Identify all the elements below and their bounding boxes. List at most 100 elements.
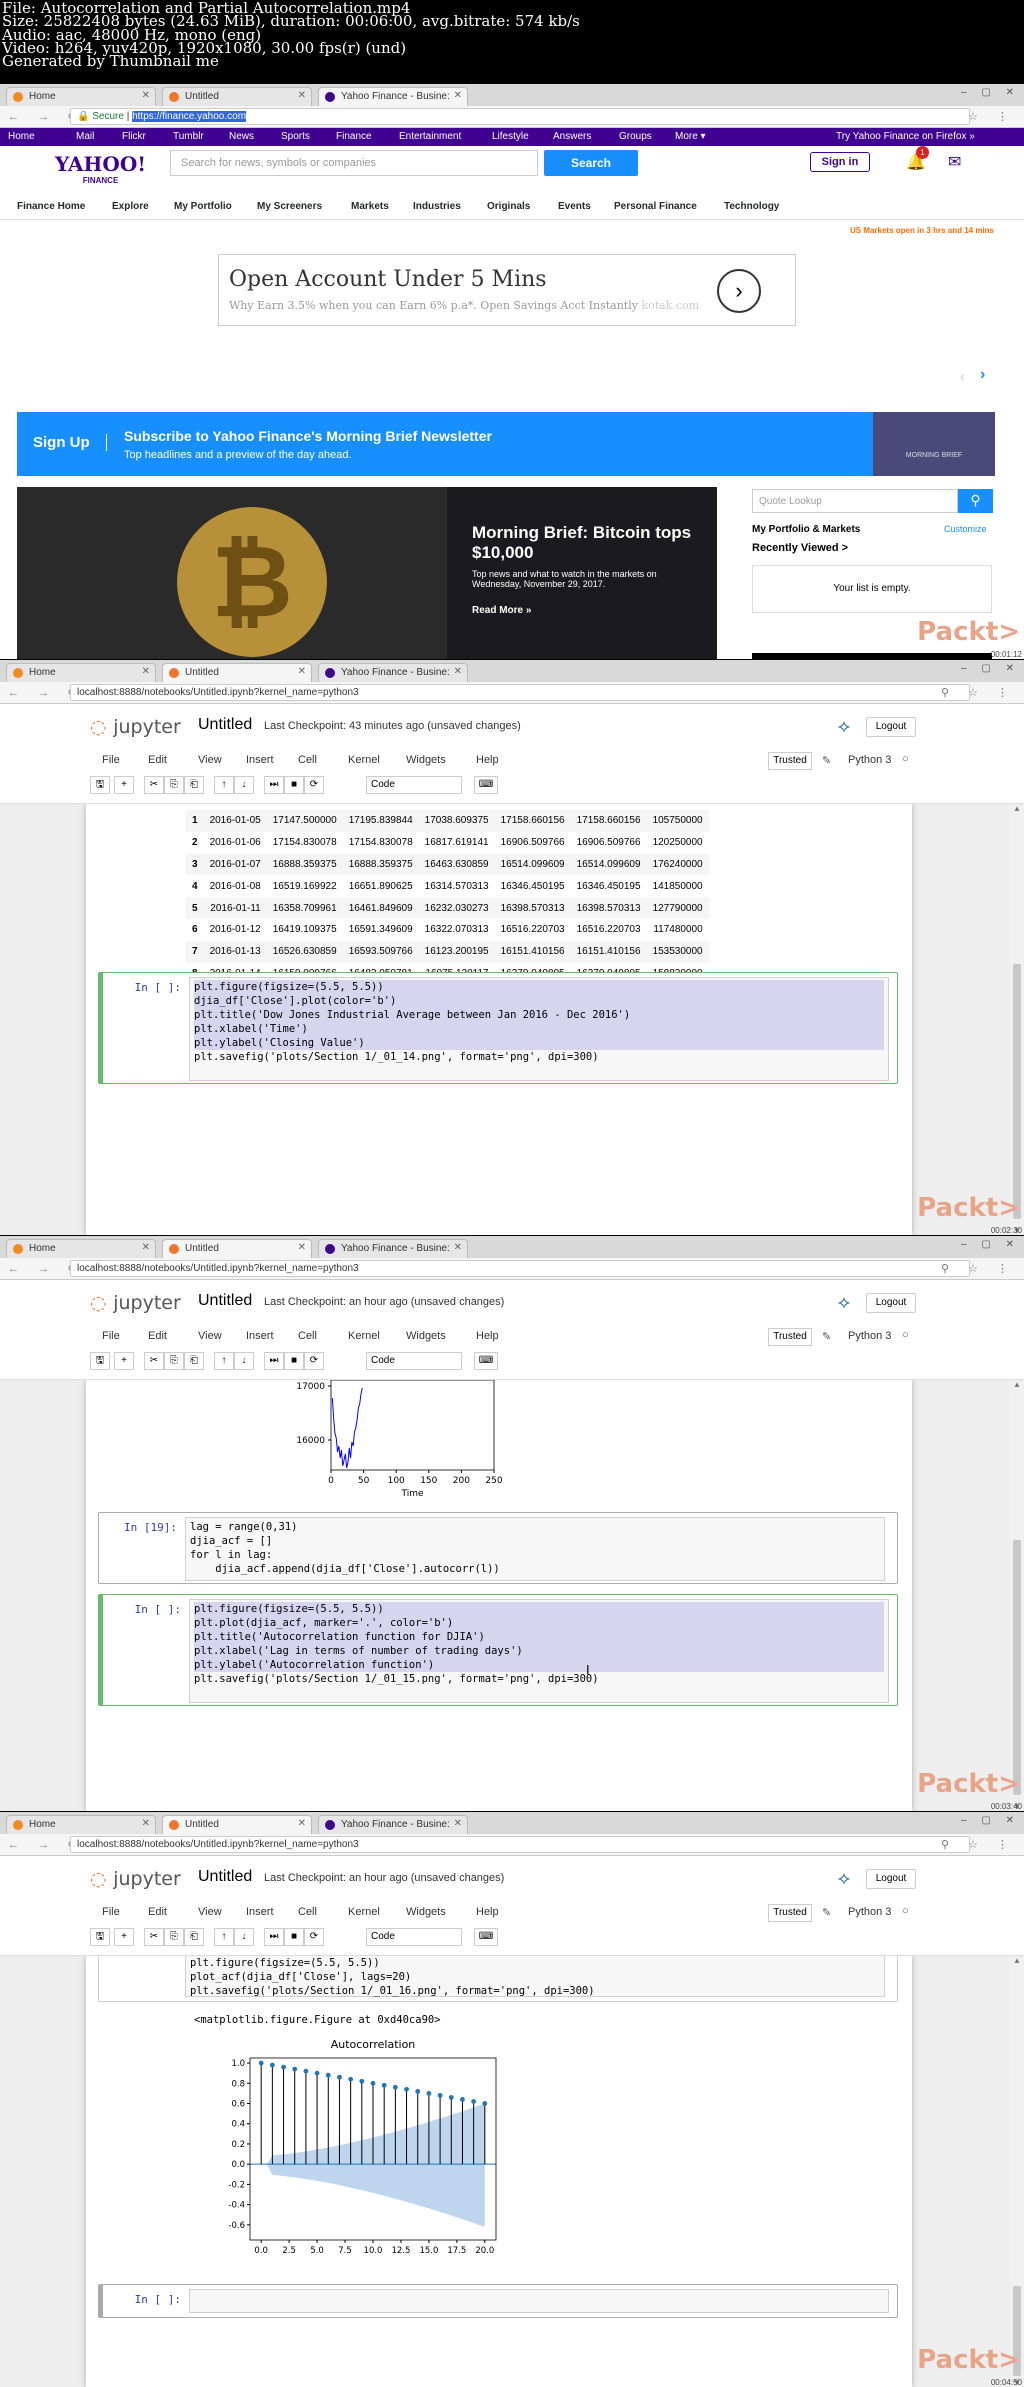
nav-explore[interactable]: Explore bbox=[112, 201, 149, 212]
menu-cell[interactable]: Cell bbox=[298, 754, 317, 766]
add-cell-icon[interactable]: + bbox=[114, 1928, 134, 1946]
close-icon[interactable]: ✕ bbox=[142, 666, 150, 677]
close-icon[interactable]: ✕ bbox=[142, 1818, 150, 1829]
scroll-up-icon[interactable]: ▲ bbox=[1013, 1380, 1021, 1389]
cell-type-select[interactable]: Code bbox=[366, 776, 462, 794]
menu-edit[interactable]: Edit bbox=[148, 1906, 167, 1918]
trusted-badge[interactable]: Trusted bbox=[768, 1328, 812, 1346]
code-editor[interactable]: lag = range(0,31) djia_acf = [] for l in l… bbox=[185, 1517, 885, 1581]
restart-icon[interactable]: ⟳ bbox=[304, 776, 324, 794]
window-controls[interactable]: – ▢ ✕ bbox=[961, 1239, 1020, 1250]
tab-untitled[interactable]: Untitled ✕ bbox=[162, 663, 312, 682]
menu-insert[interactable]: Insert bbox=[246, 1330, 274, 1342]
trusted-badge[interactable]: Trusted bbox=[768, 752, 812, 770]
pencil-icon[interactable]: ✎ bbox=[822, 754, 831, 767]
topnav-flickr[interactable]: Flickr bbox=[122, 131, 146, 142]
topnav-sports[interactable]: Sports bbox=[281, 131, 310, 142]
firefox-link[interactable]: Try Yahoo Finance on Firefox » bbox=[836, 131, 975, 142]
chevron-right-icon[interactable]: › bbox=[980, 366, 985, 384]
url-input[interactable]: localhost:8888/notebooks/Untitled.ipynb?… bbox=[70, 1836, 970, 1853]
tab-home[interactable]: Home ✕ bbox=[6, 87, 156, 106]
notebook-title[interactable]: Untitled bbox=[198, 1868, 252, 1886]
cut-icon[interactable]: ✂ bbox=[144, 1928, 164, 1946]
code-editor[interactable]: plt.figure(figsize=(5.5, 5.5)) plt.plot(d… bbox=[189, 1599, 889, 1703]
chevron-right-icon[interactable]: › bbox=[717, 269, 761, 313]
advertisement[interactable]: Open Account Under 5 Mins Why Earn 3.5% … bbox=[218, 254, 796, 326]
menu-kernel[interactable]: Kernel bbox=[348, 1906, 380, 1918]
url-input[interactable]: localhost:8888/notebooks/Untitled.ipynb?… bbox=[70, 1260, 970, 1277]
notebook-title[interactable]: Untitled bbox=[198, 1292, 252, 1310]
topnav-home[interactable]: Home bbox=[8, 131, 35, 142]
paste-icon[interactable]: ⎗ bbox=[184, 1928, 204, 1946]
window-controls[interactable]: – ▢ ✕ bbox=[961, 1815, 1020, 1826]
pencil-icon[interactable]: ✎ bbox=[822, 1330, 831, 1343]
scrollbar[interactable]: ▲ ▼ bbox=[1010, 1956, 1024, 2387]
close-icon[interactable]: ✕ bbox=[454, 1242, 462, 1253]
customize-link[interactable]: Customize bbox=[944, 524, 987, 534]
topnav-mail[interactable]: Mail bbox=[76, 131, 94, 142]
tab-untitled[interactable]: Untitled ✕ bbox=[162, 1815, 312, 1834]
signin-button[interactable]: Sign in bbox=[810, 152, 870, 172]
recently-viewed[interactable]: Recently Viewed > bbox=[752, 542, 848, 554]
keyboard-icon[interactable]: ⌨ bbox=[474, 776, 498, 794]
menu-help[interactable]: Help bbox=[476, 754, 499, 766]
add-cell-icon[interactable]: + bbox=[114, 1352, 134, 1370]
tab-untitled[interactable]: Untitled ✕ bbox=[162, 1239, 312, 1258]
menu-view[interactable]: View bbox=[198, 1906, 222, 1918]
scrollbar-thumb[interactable] bbox=[1013, 1540, 1021, 1795]
copy-icon[interactable]: ⎘ bbox=[164, 1928, 184, 1946]
search-button[interactable]: Search bbox=[544, 150, 638, 176]
keyboard-icon[interactable]: ⌨ bbox=[474, 1352, 498, 1370]
cut-icon[interactable]: ✂ bbox=[144, 1352, 164, 1370]
close-icon[interactable]: ✕ bbox=[454, 666, 462, 677]
signup-label[interactable]: Sign Up bbox=[33, 434, 107, 451]
stop-icon[interactable]: ■ bbox=[284, 1928, 304, 1946]
move-up-icon[interactable]: ↑ bbox=[214, 1352, 234, 1370]
hero-title[interactable]: Morning Brief: Bitcoin tops $10,000 bbox=[472, 523, 712, 563]
save-icon[interactable]: 🖫 bbox=[90, 1928, 110, 1946]
yahoo-finance-logo[interactable]: YAHOO! FINANCE bbox=[55, 152, 146, 185]
topnav-answers[interactable]: Answers bbox=[553, 131, 591, 142]
add-cell-icon[interactable]: + bbox=[114, 776, 134, 794]
hero-article[interactable]: ₿ Morning Brief: Bitcoin tops $10,000 To… bbox=[17, 487, 717, 659]
menu-view[interactable]: View bbox=[198, 754, 222, 766]
scrollbar[interactable]: ▲ ▼ bbox=[1010, 804, 1024, 1235]
code-cell[interactable]: In [ ]: plt.figure(figsize=(5.5, 5.5)) dji… bbox=[98, 972, 898, 1084]
menu-file[interactable]: File bbox=[102, 1330, 120, 1342]
jupyter-logo[interactable]: ◌ jupyter bbox=[90, 1292, 181, 1314]
menu-insert[interactable]: Insert bbox=[246, 754, 274, 766]
code-editor[interactable]: plt.figure(figsize=(5.5, 5.5)) djia_df['C… bbox=[189, 977, 889, 1081]
code-cell[interactable]: plt.figure(figsize=(5.5, 5.5)) plot_acf(d… bbox=[98, 1956, 898, 2002]
move-down-icon[interactable]: ↓ bbox=[234, 1928, 254, 1946]
nav-my-screeners[interactable]: My Screeners bbox=[257, 201, 322, 212]
tab-home[interactable]: Home ✕ bbox=[6, 1239, 156, 1258]
menu-help[interactable]: Help bbox=[476, 1330, 499, 1342]
topnav-entertainment[interactable]: Entertainment bbox=[399, 131, 461, 142]
cut-icon[interactable]: ✂ bbox=[144, 776, 164, 794]
code-cell[interactable]: In [ ]: bbox=[98, 2284, 898, 2318]
run-icon[interactable]: ⏭ bbox=[264, 1352, 284, 1370]
logout-button[interactable]: Logout bbox=[866, 1293, 916, 1313]
nav-originals[interactable]: Originals bbox=[487, 201, 530, 212]
search-icon[interactable]: ⚲ bbox=[958, 489, 993, 513]
window-controls[interactable]: – ▢ ✕ bbox=[961, 663, 1020, 674]
paste-icon[interactable]: ⎗ bbox=[184, 1352, 204, 1370]
copy-icon[interactable]: ⎘ bbox=[164, 1352, 184, 1370]
stop-icon[interactable]: ■ bbox=[284, 776, 304, 794]
topnav-tumblr[interactable]: Tumblr bbox=[173, 131, 204, 142]
paste-icon[interactable]: ⎗ bbox=[184, 776, 204, 794]
nav-markets[interactable]: Markets bbox=[351, 201, 389, 212]
close-icon[interactable]: ✕ bbox=[298, 666, 306, 677]
code-cell[interactable]: In [19]: lag = range(0,31) djia_acf = [] fo… bbox=[98, 1512, 898, 1584]
menu-widgets[interactable]: Widgets bbox=[406, 754, 446, 766]
browser-tools-icon[interactable]: ⚲ ☆ ⋮ bbox=[941, 686, 1016, 699]
cell-type-select[interactable]: Code bbox=[366, 1928, 462, 1946]
browser-tools-icon[interactable]: ⚲ ☆ ⋮ bbox=[941, 1838, 1016, 1851]
topnav-lifestyle[interactable]: Lifestyle bbox=[492, 131, 529, 142]
topnav-finance[interactable]: Finance bbox=[336, 131, 372, 142]
nav-industries[interactable]: Industries bbox=[413, 201, 461, 212]
tab-untitled[interactable]: Untitled ✕ bbox=[162, 87, 312, 106]
restart-icon[interactable]: ⟳ bbox=[304, 1352, 324, 1370]
scroll-up-icon[interactable]: ▲ bbox=[1013, 804, 1021, 813]
save-icon[interactable]: 🖫 bbox=[90, 776, 110, 794]
